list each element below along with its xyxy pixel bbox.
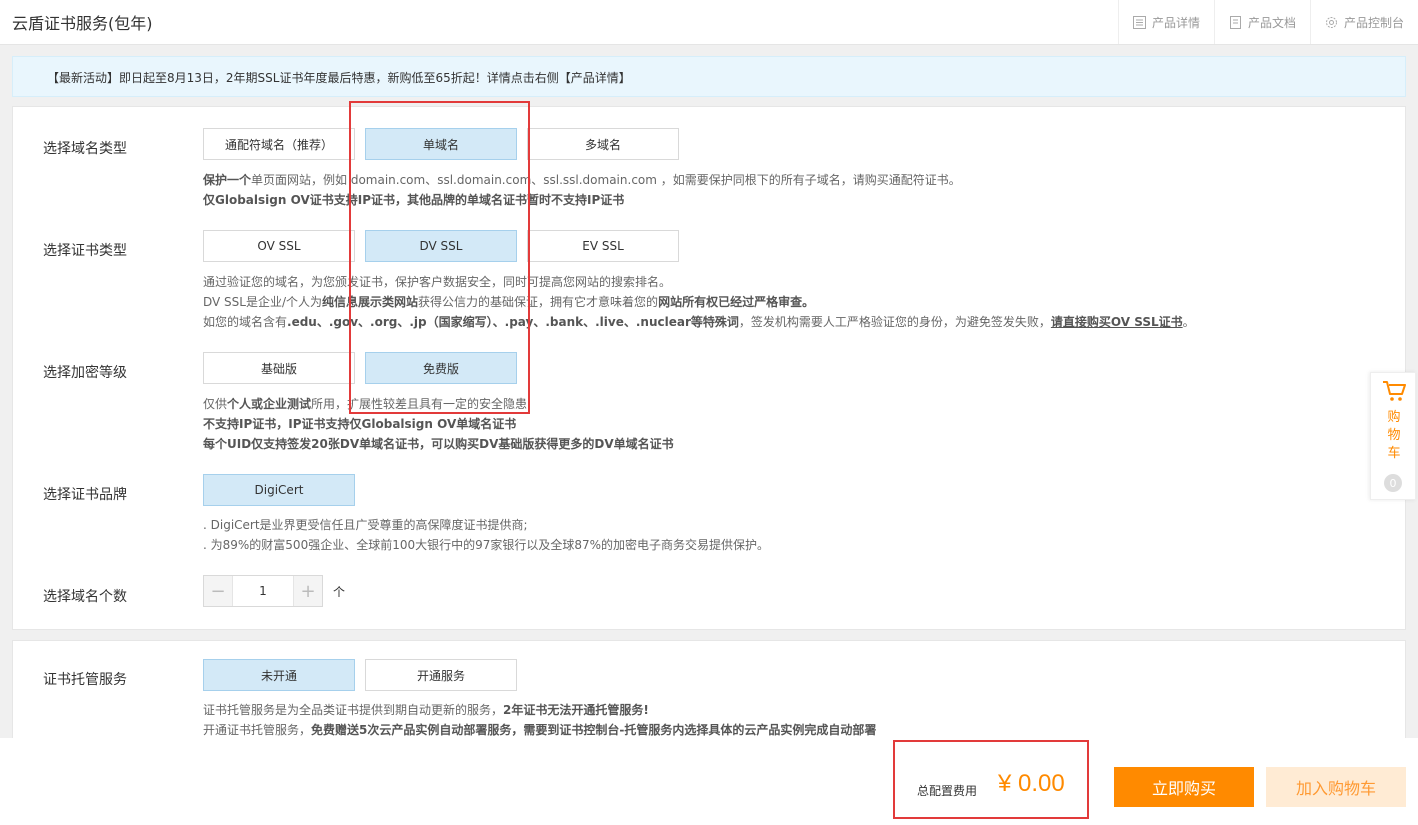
brand-desc-1: . DigiCert是业界更受信任且广受尊重的高保障度证书提供商; (203, 518, 528, 532)
option-multi-domain[interactable]: 多域名 (527, 128, 679, 160)
decrement-button[interactable]: − (204, 576, 232, 606)
footer-bar: 总配置费用 ¥ 0.00 立即购买 加入购物车 (0, 738, 1418, 825)
product-details-label: 产品详情 (1151, 15, 1200, 30)
hosting-desc-1: 证书托管服务是为全品类证书提供到期自动更新的服务，2年证书无法开通托管服务! (203, 703, 649, 717)
floating-cart[interactable]: 购物车 0 (1370, 372, 1416, 500)
option-digicert[interactable]: DigiCert (203, 474, 355, 506)
domain-count-unit: 个 (333, 585, 346, 599)
top-bar: 云盾证书服务(包年) 产品详情 产品文档 产品控制台 (0, 0, 1418, 45)
domain-type-label: 选择域名类型 (43, 141, 127, 157)
config-panel: 选择域名类型 通配符域名（推荐） 单域名 多域名 保护一个单页面网站，例如 do… (12, 106, 1406, 630)
hosting-label: 证书托管服务 (43, 672, 127, 688)
cert-type-label: 选择证书类型 (43, 243, 127, 259)
domain-count-label: 选择域名个数 (43, 589, 127, 605)
product-docs-label: 产品文档 (1247, 15, 1296, 30)
shopping-cart-icon (1382, 379, 1406, 406)
domain-count-stepper: − 1 + (203, 575, 323, 607)
cart-label: 购物车 (1387, 410, 1401, 461)
option-hosting-off[interactable]: 未开通 (203, 659, 355, 691)
product-console-label: 产品控制台 (1343, 15, 1404, 30)
hosting-panel: 证书托管服务 未开通 开通服务 证书托管服务是为全品类证书提供到期自动更新的服务… (12, 640, 1406, 740)
add-to-cart-button[interactable]: 加入购物车 (1266, 767, 1406, 807)
document-icon (1229, 15, 1242, 29)
hosting-desc-2: 开通证书托管服务，免费赠送5次云产品实例自动部署服务，需要到证书控制台-托管服务… (203, 723, 877, 737)
option-ov-ssl[interactable]: OV SSL (203, 230, 355, 262)
domain-type-desc-1: 保护一个单页面网站，例如 domain.com、ssl.domain.com、s… (203, 173, 961, 187)
option-hosting-on[interactable]: 开通服务 (365, 659, 517, 691)
page-title: 云盾证书服务(包年) (12, 14, 153, 33)
highlight-box-total (893, 740, 1089, 819)
encrypt-level-desc-3: 每个UID仅支持签发20张DV单域名证书，可以购买DV基础版获得更多的DV单域名… (203, 437, 674, 451)
buy-now-button[interactable]: 立即购买 (1114, 767, 1254, 807)
increment-button[interactable]: + (294, 576, 322, 606)
gear-icon (1325, 16, 1338, 29)
brand-label: 选择证书品牌 (43, 487, 127, 503)
header-links: 产品详情 产品文档 产品控制台 (1117, 0, 1418, 44)
cart-count-badge: 0 (1384, 474, 1402, 492)
document-list-icon (1132, 15, 1146, 29)
option-basic-edition[interactable]: 基础版 (203, 352, 355, 384)
brand-desc-2: . 为89%的财富500强企业、全球前100大银行中的97家银行以及全球87%的… (203, 538, 770, 552)
option-ev-ssl[interactable]: EV SSL (527, 230, 679, 262)
product-details-link[interactable]: 产品详情 (1117, 0, 1214, 44)
product-docs-link[interactable]: 产品文档 (1213, 0, 1310, 44)
buy-ov-ssl-link[interactable]: 请直接购买OV SSL证书 (1051, 315, 1183, 329)
highlight-box-options (349, 101, 530, 414)
option-wildcard-domain[interactable]: 通配符域名（推荐） (203, 128, 355, 160)
encrypt-level-label: 选择加密等级 (43, 365, 127, 381)
promo-notice[interactable]: 【最新活动】即日起至8月13日，2年期SSL证书年度最后特惠，新购低至65折起！… (12, 56, 1406, 97)
product-console-link[interactable]: 产品控制台 (1309, 0, 1418, 44)
domain-count-input[interactable]: 1 (232, 576, 294, 606)
encrypt-level-desc-2: 不支持IP证书，IP证书支持仅Globalsign OV单域名证书 (203, 417, 517, 431)
